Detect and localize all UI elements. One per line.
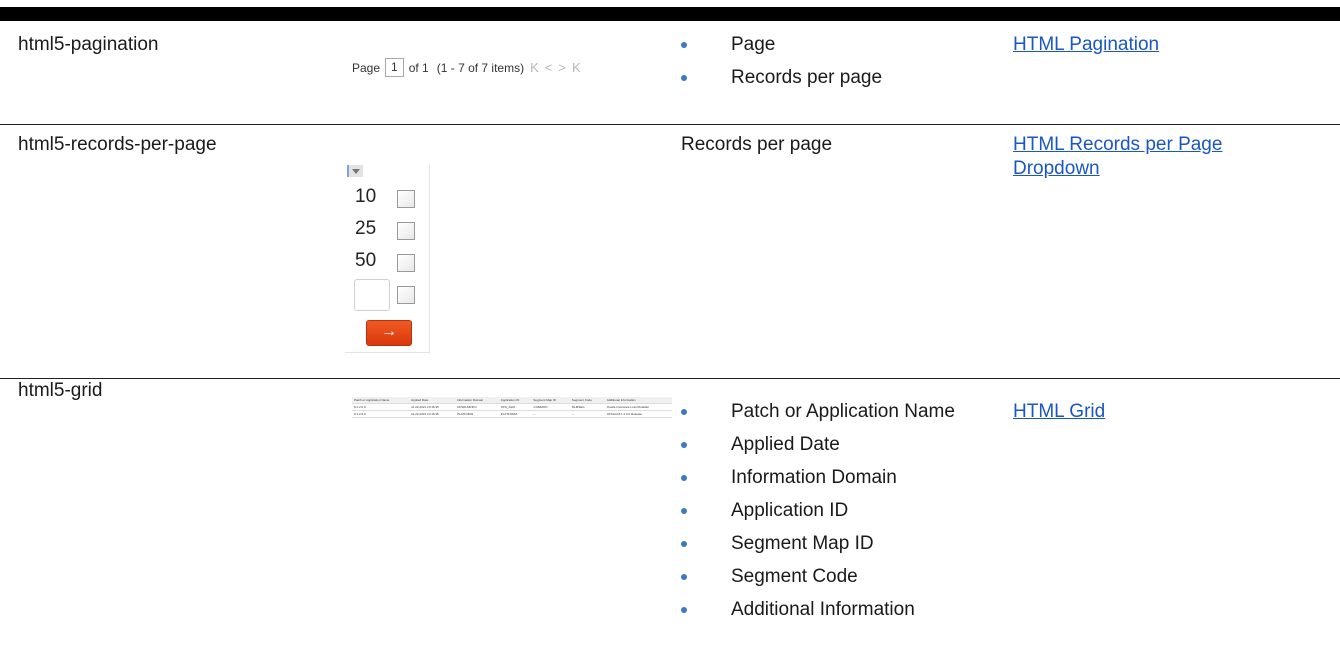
grid-preview: Patch or Application Name Applied Date I…	[352, 397, 672, 418]
dropdown-handle-icon	[347, 165, 363, 177]
grid-cell: PLATFORM	[498, 410, 532, 418]
component-name-records-per-page: html5-records-per-page	[18, 134, 217, 155]
grid-cell: OFSAAI 8.1.2.0.0 Release	[604, 410, 672, 418]
option-25: 25	[355, 218, 377, 239]
grid-cell: 8.1.2.0.0	[352, 403, 410, 411]
html-pagination-link[interactable]: HTML Pagination	[1013, 34, 1159, 55]
option-10: 10	[355, 186, 377, 207]
table-header-bar	[0, 7, 1340, 21]
link-cell-records-per-page: HTML Records per Page Dropdown	[1013, 133, 1313, 181]
row-divider	[0, 124, 1340, 125]
checkbox-icon	[397, 254, 415, 272]
link-line: HTML Records per Page	[1013, 134, 1223, 155]
range-label: (1 - 7 of 7 items)	[436, 60, 525, 75]
page-of-label: of 1	[408, 60, 429, 75]
first-page-icon: K	[530, 60, 539, 75]
html-grid-link[interactable]: HTML Grid	[1013, 401, 1105, 422]
link-cell-grid: HTML Grid	[1013, 400, 1313, 424]
list-item: Records per page	[681, 66, 1001, 90]
list-item: Segment Map ID	[681, 532, 1001, 556]
custom-count-input	[354, 279, 390, 311]
list-item: Patch or Application Name	[681, 400, 1001, 424]
grid-cell: Oracle Insurance Loss Modeller	[604, 403, 672, 411]
grid-cell: DLMSEG	[569, 403, 605, 411]
table-row: 8.1.2.0.0 11-22-2021 10:16:45 PLATFORM P…	[352, 410, 672, 418]
link-cell-pagination: HTML Pagination	[1013, 33, 1313, 57]
list-item: Application ID	[681, 499, 1001, 523]
list-item: Additional Information	[681, 598, 1001, 622]
list-item: Information Domain	[681, 466, 1001, 490]
html-records-per-page-link[interactable]: HTML Records per Page Dropdown	[1013, 134, 1222, 179]
grid-cell: --	[531, 410, 570, 418]
grid-cell: --	[569, 410, 605, 418]
last-page-icon: K	[571, 60, 581, 75]
checkbox-icon	[397, 190, 415, 208]
list-item: Applied Date	[681, 433, 1001, 457]
list-item: Segment Code	[681, 565, 1001, 589]
attributes-pagination: Page Records per page	[681, 33, 1001, 99]
grid-cell: OFSDLMINFO	[454, 403, 499, 411]
component-name-pagination: html5-pagination	[18, 34, 159, 55]
pagination-preview: Page 1 of 1 (1 - 7 of 7 items) K < > K	[352, 58, 581, 77]
grid-cell: 11-22-2021 10:16:35	[409, 403, 455, 411]
table-row: 8.1.2.0.0 11-22-2021 10:16:35 OFSDLMINFO…	[352, 403, 672, 411]
row-divider	[0, 378, 1340, 379]
records-per-page-preview: 10 25 50 →	[345, 165, 430, 353]
grid-cell: PLATFORM	[454, 410, 499, 418]
prev-page-icon: <	[544, 60, 553, 75]
attributes-grid: Patch or Application Name Applied Date I…	[681, 400, 1001, 631]
grid-cell: OFS_DLM	[498, 403, 532, 411]
next-page-icon: >	[558, 60, 566, 75]
checkbox-icon	[397, 286, 415, 304]
grid-cell: 11-22-2021 10:16:45	[409, 410, 455, 418]
grid-cell: 8.1.2.0.0	[352, 410, 410, 418]
attributes-records-per-page: Records per page	[681, 134, 833, 155]
component-name-grid: html5-grid	[18, 380, 103, 401]
checkbox-icon	[397, 222, 415, 240]
page-label: Page	[352, 60, 381, 75]
list-item: Page	[681, 33, 1001, 57]
grid-cell: COMMON	[531, 403, 570, 411]
go-arrow-icon: →	[366, 320, 412, 346]
link-line: Dropdown	[1013, 158, 1100, 179]
option-50: 50	[355, 250, 377, 271]
page-number-input: 1	[385, 58, 404, 77]
